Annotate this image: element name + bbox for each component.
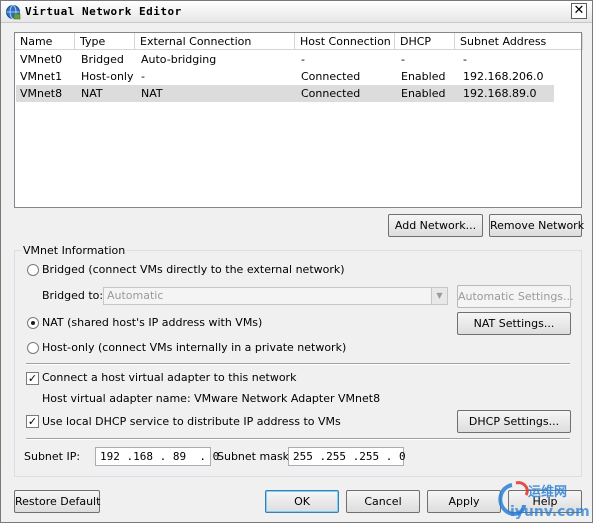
network-list[interactable]: Name Type External Connection Host Conne… — [14, 32, 583, 208]
dhcp-settings-button[interactable]: DHCP Settings... — [457, 410, 571, 433]
bridged-to-select[interactable]: Automatic ▼ — [103, 287, 448, 305]
watermark-url-text: iyunv.com — [510, 504, 590, 520]
nat-settings-button[interactable]: NAT Settings... — [457, 312, 571, 335]
watermark-cn-text: 运维网 — [528, 484, 567, 500]
dhcp-label[interactable]: Use local DHCP service to distribute IP … — [42, 415, 341, 429]
bridged-to-label: Bridged to: — [42, 289, 104, 302]
table-row[interactable]: VMnet0 Bridged Auto-bridging - - - — [16, 51, 554, 68]
host-only-radio-label[interactable]: Host-only (connect VMs internally in a p… — [42, 341, 346, 355]
restore-default-button[interactable]: Restore Default — [14, 490, 100, 513]
connect-adapter-checkbox[interactable]: ✓ — [26, 372, 39, 385]
cell-subnet-address: 192.168.206.0 — [463, 70, 544, 83]
watermark-swirl-icon: 运维网 iyunv.com — [498, 481, 590, 520]
cell-subnet-address: - — [463, 53, 467, 66]
cell-dhcp: Enabled — [401, 70, 446, 83]
adapter-name-label: Host virtual adapter name: VMware Networ… — [42, 392, 381, 405]
list-header: Name Type External Connection Host Conne… — [15, 33, 583, 50]
vmnet-information-label: VMnet Information — [21, 244, 128, 257]
cell-host-connection: Connected — [301, 70, 361, 83]
separator — [26, 363, 570, 365]
title-bar[interactable]: Virtual Network Editor ✕ — [1, 1, 592, 23]
nat-radio[interactable] — [27, 317, 39, 329]
automatic-settings-button[interactable]: Automatic Settings... — [457, 285, 574, 308]
cell-name: VMnet1 — [20, 70, 63, 83]
subnet-ip-label: Subnet IP: — [24, 450, 81, 463]
cancel-button[interactable]: Cancel — [346, 490, 420, 513]
column-header-name[interactable]: Name — [15, 33, 75, 50]
nat-radio-label[interactable]: NAT (shared host's IP address with VMs) — [42, 316, 262, 330]
window-title: Virtual Network Editor — [25, 5, 182, 18]
connect-adapter-label[interactable]: Connect a host virtual adapter to this n… — [42, 371, 296, 385]
cell-external-connection: Auto-bridging — [141, 53, 217, 66]
cell-dhcp: - — [401, 53, 405, 66]
column-header-host-connection[interactable]: Host Connection — [295, 33, 395, 50]
cell-type: NAT — [81, 87, 103, 100]
chevron-down-icon: ▼ — [431, 288, 447, 304]
column-header-dhcp[interactable]: DHCP — [395, 33, 455, 50]
column-header-type[interactable]: Type — [75, 33, 135, 50]
remove-network-button[interactable]: Remove Network — [489, 214, 584, 237]
column-header-subnet-address[interactable]: Subnet Address — [455, 33, 583, 50]
host-only-radio[interactable] — [27, 342, 39, 354]
cell-type: Bridged — [81, 53, 124, 66]
separator — [26, 438, 570, 440]
close-button[interactable]: ✕ — [571, 3, 587, 19]
virtual-network-editor-window: Virtual Network Editor ✕ Name Type Exter… — [0, 0, 593, 523]
network-globe-icon — [6, 5, 21, 20]
table-row-selected[interactable]: VMnet8 NAT NAT Connected Enabled 192.168… — [16, 85, 554, 102]
cell-subnet-address: 192.168.89.0 — [463, 87, 537, 100]
bridged-radio-label[interactable]: Bridged (connect VMs directly to the ext… — [42, 263, 345, 277]
add-network-button[interactable]: Add Network... — [388, 214, 483, 237]
ok-button[interactable]: OK — [265, 490, 339, 513]
watermark-logo: 运维网 iyunv.com — [494, 479, 590, 521]
bridged-radio[interactable] — [27, 264, 39, 276]
cell-external-connection: - — [141, 70, 145, 83]
cell-host-connection: Connected — [301, 87, 361, 100]
cell-name: VMnet0 — [20, 53, 63, 66]
bridged-to-value: Automatic — [107, 289, 164, 302]
subnet-mask-input[interactable]: 255 .255 .255 . 0 — [288, 447, 406, 466]
table-row[interactable]: VMnet1 Host-only - Connected Enabled 192… — [16, 68, 554, 85]
cell-host-connection: - — [301, 53, 305, 66]
dhcp-checkbox[interactable]: ✓ — [26, 415, 39, 428]
subnet-ip-input[interactable]: 192 .168 . 89 . 0 — [95, 447, 219, 466]
cell-dhcp: Enabled — [401, 87, 446, 100]
cell-name: VMnet8 — [20, 87, 63, 100]
subnet-mask-label: Subnet mask: — [217, 450, 293, 463]
apply-button[interactable]: Apply — [427, 490, 501, 513]
cell-type: Host-only — [81, 70, 134, 83]
cell-external-connection: NAT — [141, 87, 163, 100]
column-header-external-connection[interactable]: External Connection — [135, 33, 295, 50]
